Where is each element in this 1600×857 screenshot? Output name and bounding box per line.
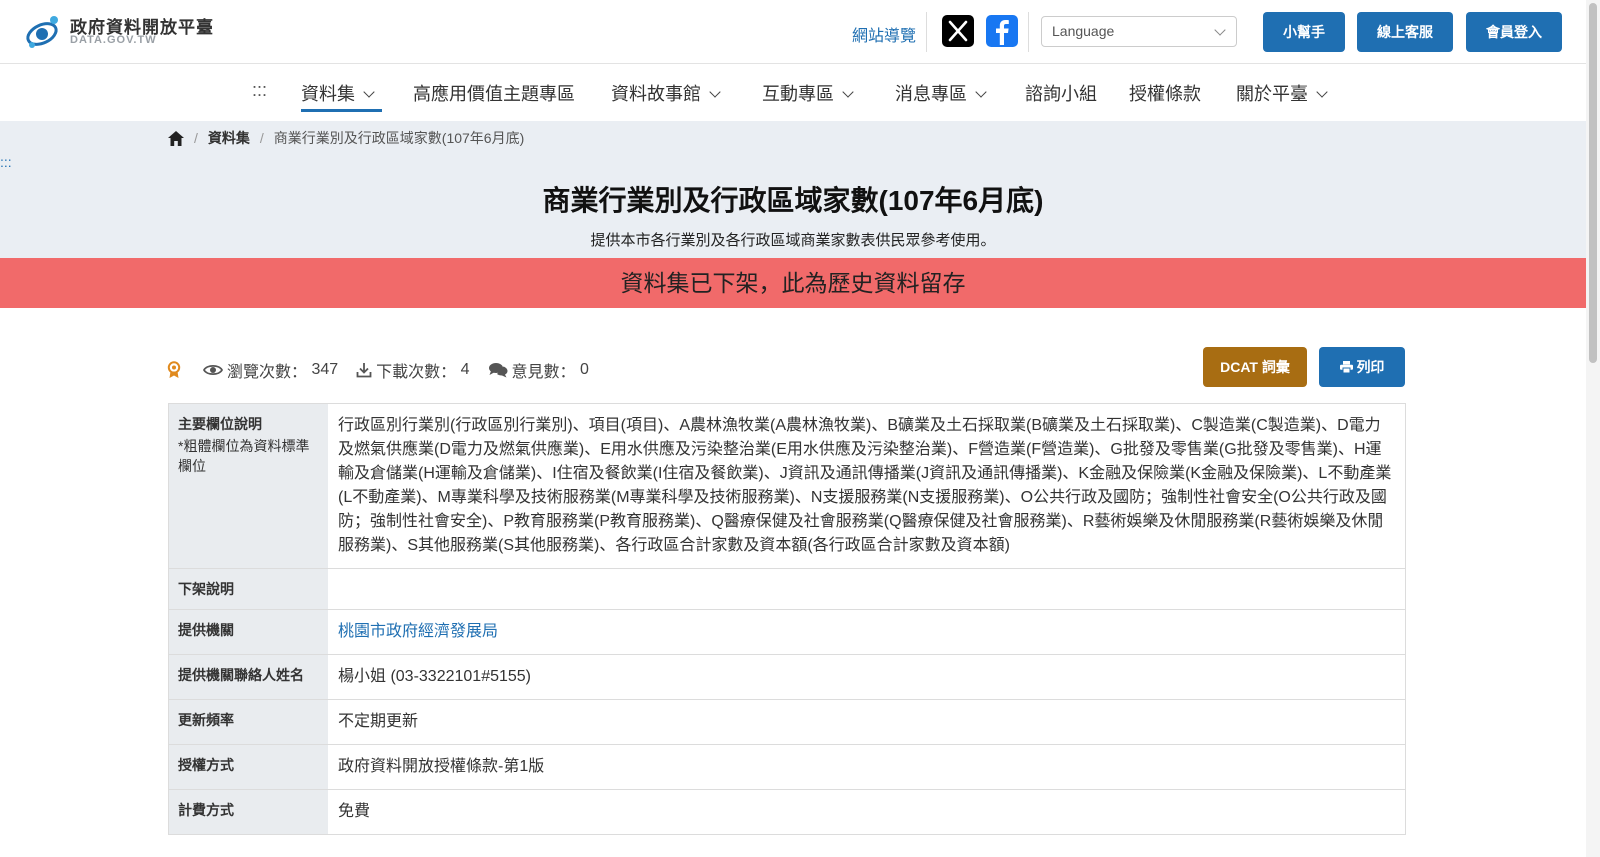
- chevron-down-icon: [842, 86, 854, 98]
- nav-label: 資料集: [301, 84, 355, 104]
- nav-item-news[interactable]: 消息專區: [895, 80, 987, 106]
- breadcrumb-separator: /: [259, 130, 264, 146]
- license-value: 政府資料開放授權條款-第1版: [338, 758, 545, 775]
- language-placeholder: Language: [1052, 23, 1115, 39]
- scrollbar-thumb[interactable]: [1589, 3, 1597, 363]
- table-row: 提供機關 桃園市政府經濟發展局: [169, 610, 1405, 655]
- nav-item-stories[interactable]: 資料故事館: [611, 80, 721, 106]
- nav-label: 關於平臺: [1236, 84, 1308, 104]
- fee-value: 免費: [338, 803, 371, 820]
- delisted-banner: 資料集已下架，此為歷史資料留存: [0, 258, 1586, 308]
- agency-label: 提供機關: [169, 610, 328, 654]
- download-count: 下載次數： 4: [356, 358, 470, 382]
- download-count-value: 4: [460, 361, 470, 378]
- view-count: 瀏覽次數： 347: [203, 358, 338, 382]
- dataset-info-table: 主要欄位說明 *粗體欄位為資料標準欄位 行政區別行業別(行政區別行業別)、項目(…: [168, 403, 1406, 835]
- comments-icon: [488, 363, 508, 378]
- print-button[interactable]: 列印: [1319, 347, 1405, 387]
- license-label: 授權方式: [169, 745, 328, 789]
- download-icon: [356, 363, 372, 378]
- dataset-description: 提供本市各行業別及各行政區域商業家數表供民眾參考使用。: [590, 232, 996, 249]
- eye-icon: [203, 364, 223, 376]
- site-header: 政府資料開放平臺 DATA.GOV.TW 網站導覽 Language 小幫手 線…: [0, 0, 1586, 64]
- nav-item-advisory[interactable]: 諮詢小組: [1025, 80, 1097, 106]
- fields-label: 主要欄位說明: [178, 416, 262, 432]
- breadcrumb-separator: /: [194, 130, 198, 146]
- site-logo[interactable]: 政府資料開放平臺 DATA.GOV.TW: [24, 12, 244, 52]
- chevron-down-icon: [363, 86, 375, 98]
- contact-label: 提供機關聯絡人姓名: [169, 655, 328, 699]
- facebook-icon[interactable]: [986, 15, 1018, 47]
- nav-item-datasets[interactable]: 資料集: [301, 80, 375, 106]
- nav-label: 資料故事館: [611, 84, 701, 104]
- x-social-icon[interactable]: [942, 15, 974, 47]
- print-label: 列印: [1356, 359, 1385, 375]
- nav-accesskey[interactable]: :::: [252, 80, 267, 101]
- divider: [926, 12, 927, 52]
- nav-item-about[interactable]: 關於平臺: [1236, 80, 1328, 106]
- printer-icon: [1339, 361, 1353, 374]
- logo-subtitle: DATA.GOV.TW: [70, 34, 157, 46]
- divider: [1028, 12, 1029, 52]
- nav-item-high-value[interactable]: 高應用價值主題專區: [413, 80, 575, 106]
- comment-count-label: 意見數：: [511, 364, 576, 381]
- breadcrumb-current: 商業行業別及行政區域家數(107年6月底): [273, 130, 525, 146]
- field-label: 主要欄位說明 *粗體欄位為資料標準欄位: [169, 404, 328, 568]
- agency-cell: 桃園市政府經濟發展局: [328, 610, 1405, 654]
- main-nav: ::: 資料集 高應用價值主題專區 資料故事館 互動專區 消息專區 諮詢小組 授…: [0, 64, 1586, 121]
- home-icon[interactable]: [168, 130, 184, 146]
- fields-note: *粗體欄位為資料標準欄位: [178, 438, 310, 474]
- quality-badge: [167, 361, 185, 379]
- content-accesskey[interactable]: :::: [0, 154, 12, 170]
- language-select[interactable]: Language: [1041, 16, 1237, 47]
- chevron-down-icon: [1214, 24, 1226, 36]
- frequency-value: 不定期更新: [338, 713, 419, 730]
- chevron-down-icon: [975, 86, 987, 98]
- page-title: 商業行業別及行政區域家數(107年6月底): [542, 185, 1044, 216]
- logo-icon: [26, 16, 58, 48]
- dcat-vocabulary-button[interactable]: DCAT 詞彙: [1203, 347, 1307, 387]
- table-row: 下架說明: [169, 569, 1405, 610]
- dataset-hero: / 資料集 / 商業行業別及行政區域家數(107年6月底) ::: 商業行業別及…: [0, 121, 1586, 258]
- view-count-value: 347: [311, 361, 339, 378]
- page-scrollbar[interactable]: [1586, 0, 1600, 857]
- breadcrumb: / 資料集 / 商業行業別及行政區域家數(107年6月底): [168, 128, 524, 148]
- nav-label: 消息專區: [895, 84, 967, 104]
- fields-value: 行政區別行業別(行政區別行業別)、項目(項目)、A農林漁牧業(A農林漁牧業)、B…: [338, 417, 1392, 554]
- removal-value: [328, 569, 1405, 609]
- nav-label: 互動專區: [762, 84, 834, 104]
- fee-label: 計費方式: [169, 790, 328, 834]
- table-row: 計費方式 免費: [169, 790, 1405, 835]
- helper-button[interactable]: 小幫手: [1263, 12, 1345, 52]
- frequency-label: 更新頻率: [169, 700, 328, 744]
- removal-label: 下架說明: [169, 569, 328, 609]
- online-service-button[interactable]: 線上客服: [1357, 12, 1453, 52]
- download-count-label: 下載次數：: [376, 364, 457, 381]
- table-row: 授權方式 政府資料開放授權條款-第1版: [169, 745, 1405, 790]
- nav-item-interactive[interactable]: 互動專區: [762, 80, 854, 106]
- breadcrumb-datasets[interactable]: 資料集: [208, 128, 250, 148]
- chevron-down-icon: [709, 86, 721, 98]
- view-count-label: 瀏覽次數：: [227, 364, 308, 381]
- member-login-button[interactable]: 會員登入: [1466, 12, 1562, 52]
- table-row: 提供機關聯絡人姓名 楊小姐 (03-3322101#5155): [169, 655, 1405, 700]
- award-icon: [167, 361, 181, 378]
- table-row: 更新頻率 不定期更新: [169, 700, 1405, 745]
- nav-item-license[interactable]: 授權條款: [1129, 80, 1201, 106]
- sitemap-link[interactable]: 網站導覽: [852, 22, 916, 46]
- chevron-down-icon: [1316, 86, 1328, 98]
- table-row: 主要欄位說明 *粗體欄位為資料標準欄位 行政區別行業別(行政區別行業別)、項目(…: [169, 404, 1405, 569]
- comment-count: 意見數： 0: [488, 358, 589, 382]
- contact-value: 楊小姐 (03-3322101#5155): [338, 668, 532, 685]
- dataset-stats: 瀏覽次數： 347 下載次數： 4 意見數： 0: [167, 358, 607, 382]
- agency-link[interactable]: 桃園市政府經濟發展局: [338, 623, 498, 640]
- nav-active-indicator: [301, 109, 382, 112]
- comment-count-value: 0: [580, 361, 589, 378]
